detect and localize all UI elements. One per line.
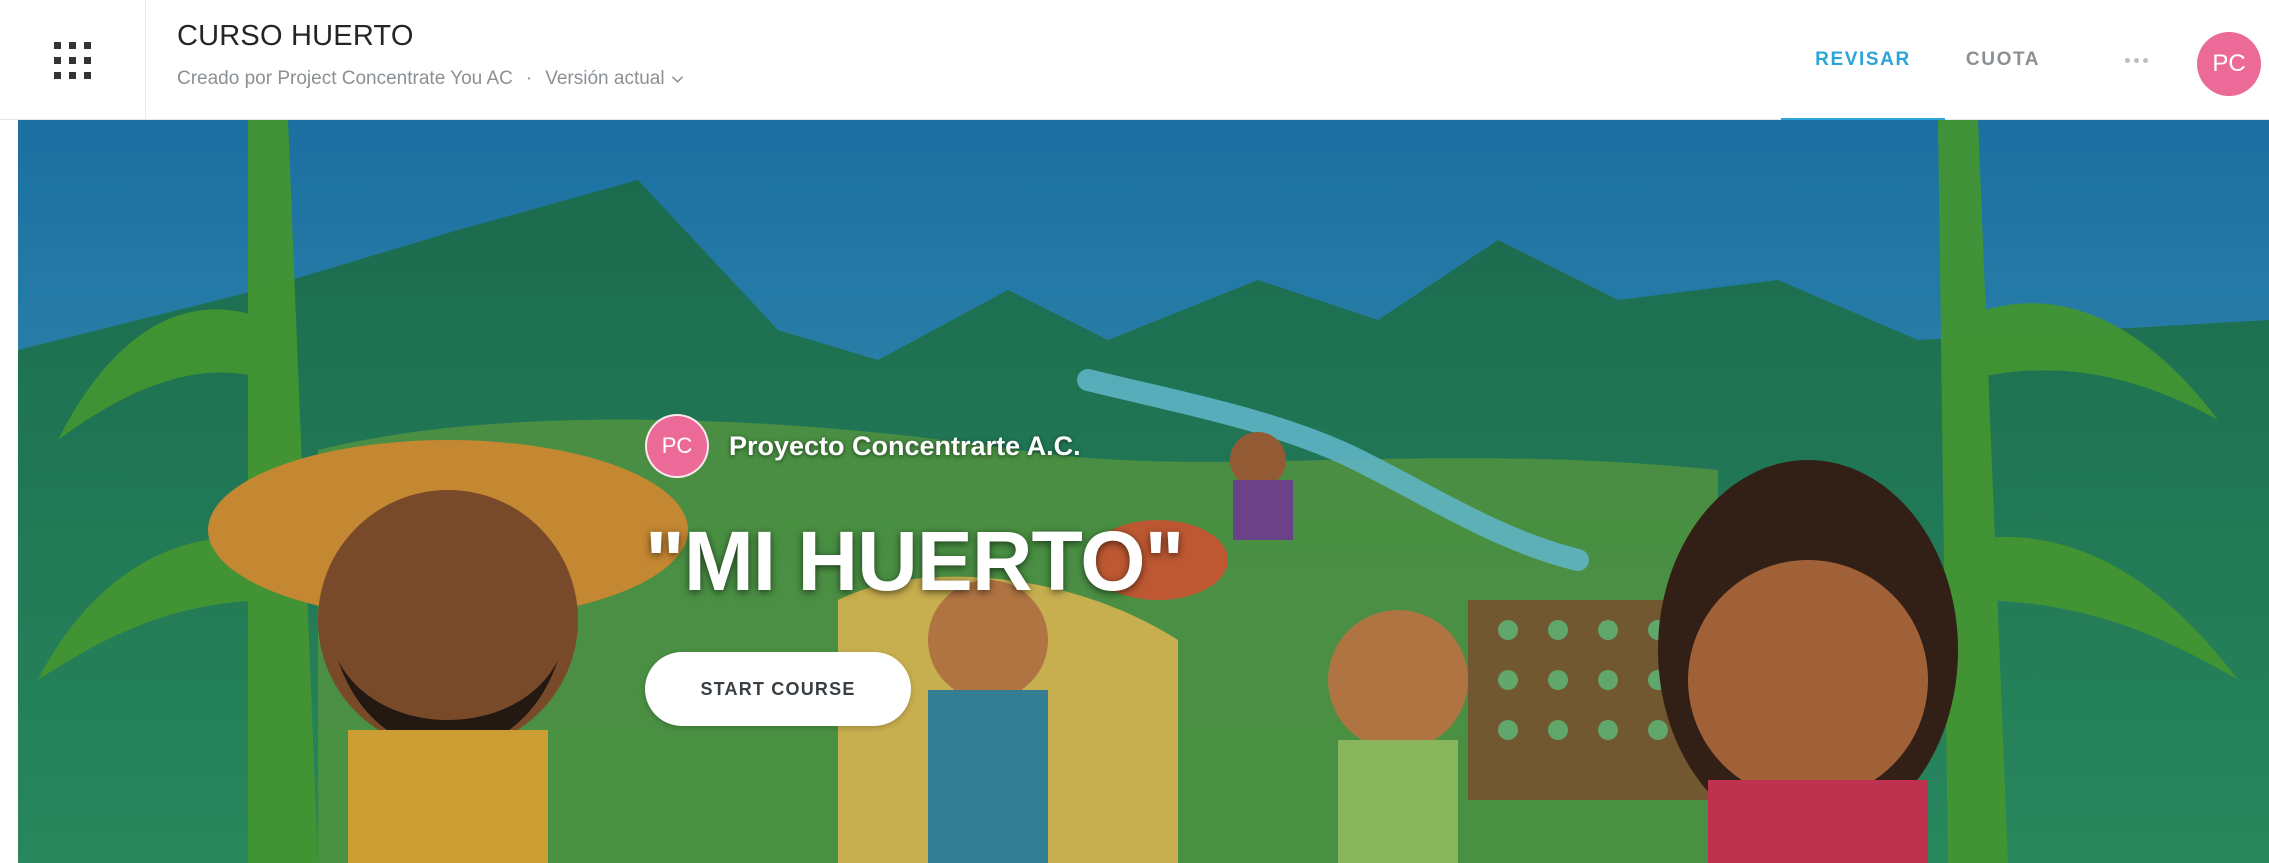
version-label: Versión actual bbox=[545, 68, 665, 89]
top-bar: CURSO HUERTO Creado por Project Concentr… bbox=[0, 0, 2269, 121]
grid-dots-icon bbox=[54, 41, 91, 79]
user-avatar[interactable]: PC bbox=[2197, 32, 2261, 96]
course-title: CURSO HUERTO bbox=[177, 20, 414, 52]
author-name: Proyecto Concentrarte A.C. bbox=[729, 430, 1081, 461]
tab-revisar[interactable]: REVISAR bbox=[1781, 0, 1945, 121]
course-hero-title: "MI HUERTO" bbox=[645, 514, 1184, 608]
tab-cuota[interactable]: CUOTA bbox=[1945, 0, 2061, 120]
start-course-button[interactable]: START COURSE bbox=[645, 652, 911, 726]
course-author: PC Proyecto Concentrarte A.C. bbox=[645, 414, 1081, 478]
more-dots-icon bbox=[2124, 57, 2130, 63]
hero-overlay bbox=[18, 120, 2269, 863]
created-by-text: Creado por Project Concentrate You AC bbox=[177, 68, 513, 89]
app-menu-button[interactable] bbox=[0, 0, 146, 120]
course-meta: Creado por Project Concentrate You AC · … bbox=[177, 68, 684, 90]
version-dropdown[interactable]: Versión actual bbox=[545, 68, 683, 90]
course-hero: PC Proyecto Concentrarte A.C. "MI HUERTO… bbox=[18, 120, 2269, 863]
chevron-down-icon bbox=[671, 75, 683, 83]
meta-separator: · bbox=[525, 68, 533, 89]
more-options-button[interactable] bbox=[2116, 50, 2156, 70]
author-avatar: PC bbox=[645, 414, 709, 478]
